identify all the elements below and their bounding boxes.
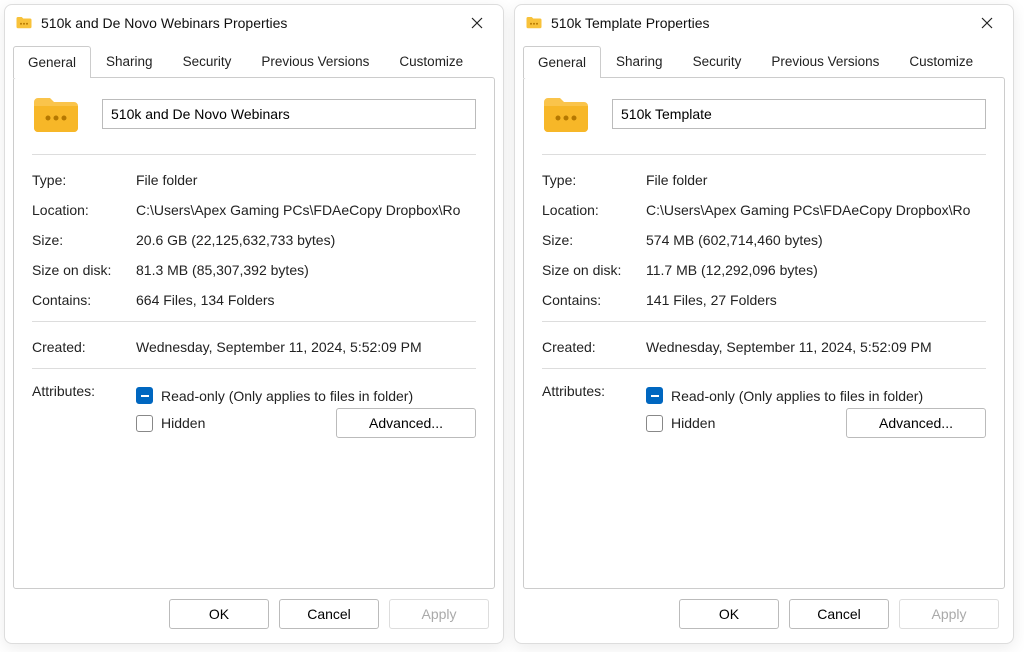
tab-sharing[interactable]: Sharing (601, 45, 678, 77)
advanced-button[interactable]: Advanced... (336, 408, 476, 438)
divider (542, 154, 986, 155)
readonly-label: Read-only (Only applies to files in fold… (161, 388, 413, 404)
general-panel: Type:File folder Location:C:\Users\Apex … (523, 77, 1005, 589)
properties-dialog: 510k Template Properties General Sharing… (514, 4, 1014, 644)
attributes-label: Attributes: (542, 383, 646, 438)
dialog-footer: OK Cancel Apply (5, 589, 503, 643)
contains-value: 141 Files, 27 Folders (646, 292, 986, 308)
tab-customize[interactable]: Customize (894, 45, 988, 77)
location-value: C:\Users\Apex Gaming PCs\FDAeCopy Dropbo… (136, 202, 476, 218)
size-on-disk-label: Size on disk: (32, 262, 136, 278)
readonly-checkbox[interactable] (646, 387, 663, 404)
cancel-button[interactable]: Cancel (279, 599, 379, 629)
readonly-label: Read-only (Only applies to files in fold… (671, 388, 923, 404)
divider (542, 321, 986, 322)
size-on-disk-label: Size on disk: (542, 262, 646, 278)
tabs: General Sharing Security Previous Versio… (515, 41, 1013, 77)
titlebar[interactable]: 510k and De Novo Webinars Properties (5, 5, 503, 41)
location-label: Location: (32, 202, 136, 218)
cancel-button[interactable]: Cancel (789, 599, 889, 629)
type-label: Type: (542, 172, 646, 188)
folder-large-icon (32, 94, 80, 134)
divider (542, 368, 986, 369)
divider (32, 154, 476, 155)
titlebar[interactable]: 510k Template Properties (515, 5, 1013, 41)
readonly-checkbox[interactable] (136, 387, 153, 404)
attributes-label: Attributes: (32, 383, 136, 438)
contains-label: Contains: (542, 292, 646, 308)
folder-name-input[interactable] (612, 99, 986, 129)
divider (32, 368, 476, 369)
type-label: Type: (32, 172, 136, 188)
size-on-disk-value: 81.3 MB (85,307,392 bytes) (136, 262, 476, 278)
tab-security[interactable]: Security (678, 45, 757, 77)
tab-general[interactable]: General (13, 46, 91, 78)
folder-name-input[interactable] (102, 99, 476, 129)
apply-button[interactable]: Apply (389, 599, 489, 629)
dialog-footer: OK Cancel Apply (515, 589, 1013, 643)
close-button[interactable] (457, 8, 497, 38)
tab-sharing[interactable]: Sharing (91, 45, 168, 77)
apply-button[interactable]: Apply (899, 599, 999, 629)
hidden-label: Hidden (161, 415, 205, 431)
tab-customize[interactable]: Customize (384, 45, 478, 77)
folder-small-icon (15, 14, 33, 32)
tab-security[interactable]: Security (168, 45, 247, 77)
ok-button[interactable]: OK (679, 599, 779, 629)
window-title: 510k and De Novo Webinars Properties (41, 15, 457, 31)
type-value: File folder (646, 172, 986, 188)
tabs: General Sharing Security Previous Versio… (5, 41, 503, 77)
window-title: 510k Template Properties (551, 15, 967, 31)
divider (32, 321, 476, 322)
hidden-checkbox[interactable] (136, 415, 153, 432)
tab-general[interactable]: General (523, 46, 601, 78)
close-button[interactable] (967, 8, 1007, 38)
size-label: Size: (542, 232, 646, 248)
size-on-disk-value: 11.7 MB (12,292,096 bytes) (646, 262, 986, 278)
folder-large-icon (542, 94, 590, 134)
size-value: 574 MB (602,714,460 bytes) (646, 232, 986, 248)
folder-small-icon (525, 14, 543, 32)
created-label: Created: (32, 339, 136, 355)
created-value: Wednesday, September 11, 2024, 5:52:09 P… (136, 339, 476, 355)
size-value: 20.6 GB (22,125,632,733 bytes) (136, 232, 476, 248)
properties-dialog: 510k and De Novo Webinars Properties Gen… (4, 4, 504, 644)
ok-button[interactable]: OK (169, 599, 269, 629)
hidden-label: Hidden (671, 415, 715, 431)
created-value: Wednesday, September 11, 2024, 5:52:09 P… (646, 339, 986, 355)
tab-previous-versions[interactable]: Previous Versions (246, 45, 384, 77)
contains-label: Contains: (32, 292, 136, 308)
location-value: C:\Users\Apex Gaming PCs\FDAeCopy Dropbo… (646, 202, 986, 218)
size-label: Size: (32, 232, 136, 248)
contains-value: 664 Files, 134 Folders (136, 292, 476, 308)
general-panel: Type:File folder Location:C:\Users\Apex … (13, 77, 495, 589)
location-label: Location: (542, 202, 646, 218)
type-value: File folder (136, 172, 476, 188)
advanced-button[interactable]: Advanced... (846, 408, 986, 438)
tab-previous-versions[interactable]: Previous Versions (756, 45, 894, 77)
created-label: Created: (542, 339, 646, 355)
hidden-checkbox[interactable] (646, 415, 663, 432)
